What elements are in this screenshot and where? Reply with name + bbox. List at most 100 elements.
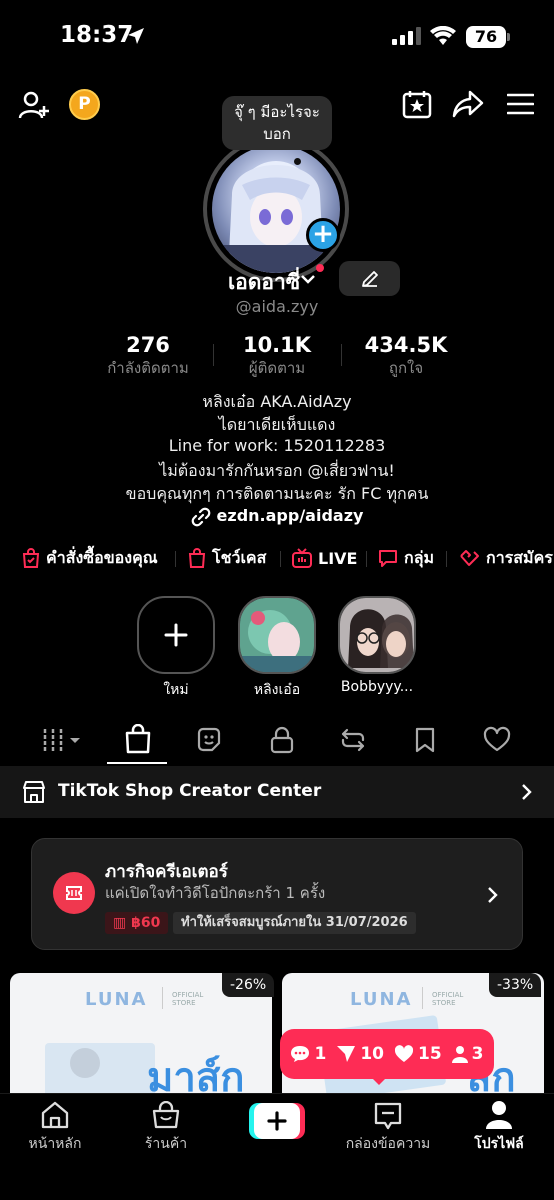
active-tab-indicator [107, 762, 167, 764]
subscription-button[interactable]: การสมัคร [458, 546, 553, 570]
edit-profile-button[interactable] [339, 261, 400, 296]
coupon-icon: ▥ [113, 915, 132, 931]
heart-icon [394, 1045, 414, 1062]
add-story-button[interactable]: + [306, 218, 340, 252]
groups-label: กลุ่ม [404, 547, 435, 567]
shop-title: TikTok Shop Creator Center [58, 781, 322, 801]
avatar[interactable] [212, 145, 340, 273]
nav-home-label[interactable]: หน้าหลัก [5, 1133, 105, 1155]
deadline-badge: ทำให้เสร็จสมบูรณ์ภายใน 31/07/2026 [173, 912, 416, 934]
bio-line: Line for work: 1520112283 [168, 436, 386, 455]
following-label: กำลังติดตาม [107, 359, 189, 377]
shopping-bag-icon [188, 548, 206, 568]
brand-divider [162, 987, 163, 1009]
live-label: LIVE [318, 548, 358, 568]
lock-tab-icon[interactable] [269, 726, 295, 754]
subscription-label: การสมัคร [486, 547, 553, 567]
qa-divider [366, 551, 367, 567]
liked-tab-icon[interactable] [483, 726, 511, 754]
bio-line: ขอบคุณทุกๆ การติดตามนะคะ รัก FC ทุกคน [125, 484, 429, 503]
store-icon [23, 781, 45, 803]
pencil-icon [361, 271, 378, 287]
followers-count[interactable]: 10.1K [227, 333, 327, 357]
videos-grid-tab-icon[interactable] [42, 726, 82, 754]
discount-badge: -26% [222, 973, 275, 997]
favorites-calendar-icon[interactable] [402, 89, 432, 119]
groups-button[interactable]: กลุ่ม [378, 546, 434, 570]
inbox-icon[interactable] [373, 1101, 403, 1131]
profile-link[interactable]: ezdn.app/aidazy [0, 506, 554, 525]
shares-count: 10 [360, 1044, 384, 1064]
orders-button[interactable]: คำสั่งซื้อของคุณ [22, 546, 158, 570]
activity-notification-pill[interactable]: 1 10 15 3 [280, 1029, 494, 1079]
menu-icon[interactable] [507, 93, 534, 115]
share-arrow-icon [337, 1046, 356, 1062]
chevron-right-icon[interactable] [486, 886, 498, 904]
followers-label: ผู้ติดตาม [248, 359, 306, 377]
bubble-dot [294, 158, 301, 165]
chat-group-icon [379, 550, 397, 567]
chevron-right-icon[interactable] [520, 783, 532, 801]
bio-line: ไดยาเดียเห็บแดง [218, 415, 336, 434]
notification-pointer [370, 1076, 388, 1085]
create-button[interactable] [249, 1103, 305, 1139]
shop-icon[interactable] [152, 1101, 180, 1129]
highlight-label: Bobbyyy... [340, 679, 414, 695]
live-button[interactable]: LIVE [292, 546, 357, 570]
notification-dot [316, 264, 324, 272]
profile-handle: @aida.zyy [235, 297, 319, 316]
new-highlight-button[interactable] [137, 596, 215, 674]
coin-icon[interactable]: P [69, 89, 100, 120]
bookmark-tab-icon[interactable] [413, 726, 437, 754]
nav-shop-label[interactable]: ร้านค้า [116, 1133, 216, 1155]
orders-label: คำสั่งซื้อของคุณ [46, 547, 158, 567]
battery-nub [507, 33, 510, 41]
order-bag-icon [22, 548, 40, 568]
likes-count[interactable]: 434.5K [346, 333, 466, 357]
stat-divider [213, 344, 214, 366]
followers-notification-count: 3 [471, 1044, 484, 1064]
following-count[interactable]: 276 [98, 333, 198, 357]
highlight-label: ใหม่ [163, 682, 189, 698]
bio-line: หลิงเอ๋อ AKA.AidAzy [202, 392, 352, 411]
location-arrow-icon [128, 28, 144, 44]
highlight-thumbnail[interactable] [338, 596, 416, 674]
product-image-detail [70, 1048, 100, 1078]
add-friend-icon[interactable] [18, 89, 50, 121]
reward-badge: ▥ ฿60 [105, 912, 169, 934]
chevron-down-icon[interactable] [300, 273, 316, 285]
shop-tab-icon[interactable] [124, 724, 152, 754]
qa-divider [280, 551, 281, 567]
repost-tab-icon[interactable] [339, 726, 367, 754]
share-icon[interactable] [452, 89, 484, 119]
product-brand: LUNA [85, 989, 148, 1010]
note-bubble[interactable]: จุ๊ ๆ มีอะไรจะบอก [222, 96, 332, 150]
nav-inbox-label[interactable]: กล่องข้อความ [338, 1133, 438, 1155]
showcase-label: โชว์เคส [212, 547, 267, 567]
product-store-label: OFFICIAL STORE [172, 991, 204, 1007]
bio-line: ไม่ต้องมารักกันหรอก @เสี่ยวฟาน! [159, 461, 395, 480]
home-icon[interactable] [40, 1101, 70, 1129]
battery-indicator: 76 [466, 26, 506, 48]
reposts-sticker-tab-icon[interactable] [195, 726, 223, 754]
profile-name[interactable]: เอดอาซี่ [228, 266, 300, 299]
qa-divider [446, 551, 447, 567]
status-time: 18:37 [60, 22, 134, 48]
profile-icon[interactable] [485, 1100, 513, 1130]
ticket-icon [53, 872, 95, 914]
nav-profile-label[interactable]: โปรไฟล์ [449, 1133, 549, 1155]
product-store-label: OFFICIAL STORE [432, 991, 464, 1007]
mission-subtitle: แค่เปิดใจทำวิดีโอปักตะกร้า 1 ครั้ง [105, 884, 326, 902]
discount-badge: -33% [489, 973, 542, 997]
likes-label: ถูกใจ [388, 359, 424, 377]
qa-divider [175, 551, 176, 567]
highlight-thumbnail[interactable] [238, 596, 316, 674]
comments-count: 1 [314, 1044, 327, 1064]
showcase-button[interactable]: โชว์เคส [188, 546, 266, 570]
plus-icon [164, 623, 188, 647]
likes-notification-count: 15 [418, 1044, 442, 1064]
brand-divider [422, 987, 423, 1009]
product-brand: LUNA [350, 989, 413, 1010]
wifi-icon [430, 26, 456, 45]
subscription-icon [460, 550, 479, 566]
